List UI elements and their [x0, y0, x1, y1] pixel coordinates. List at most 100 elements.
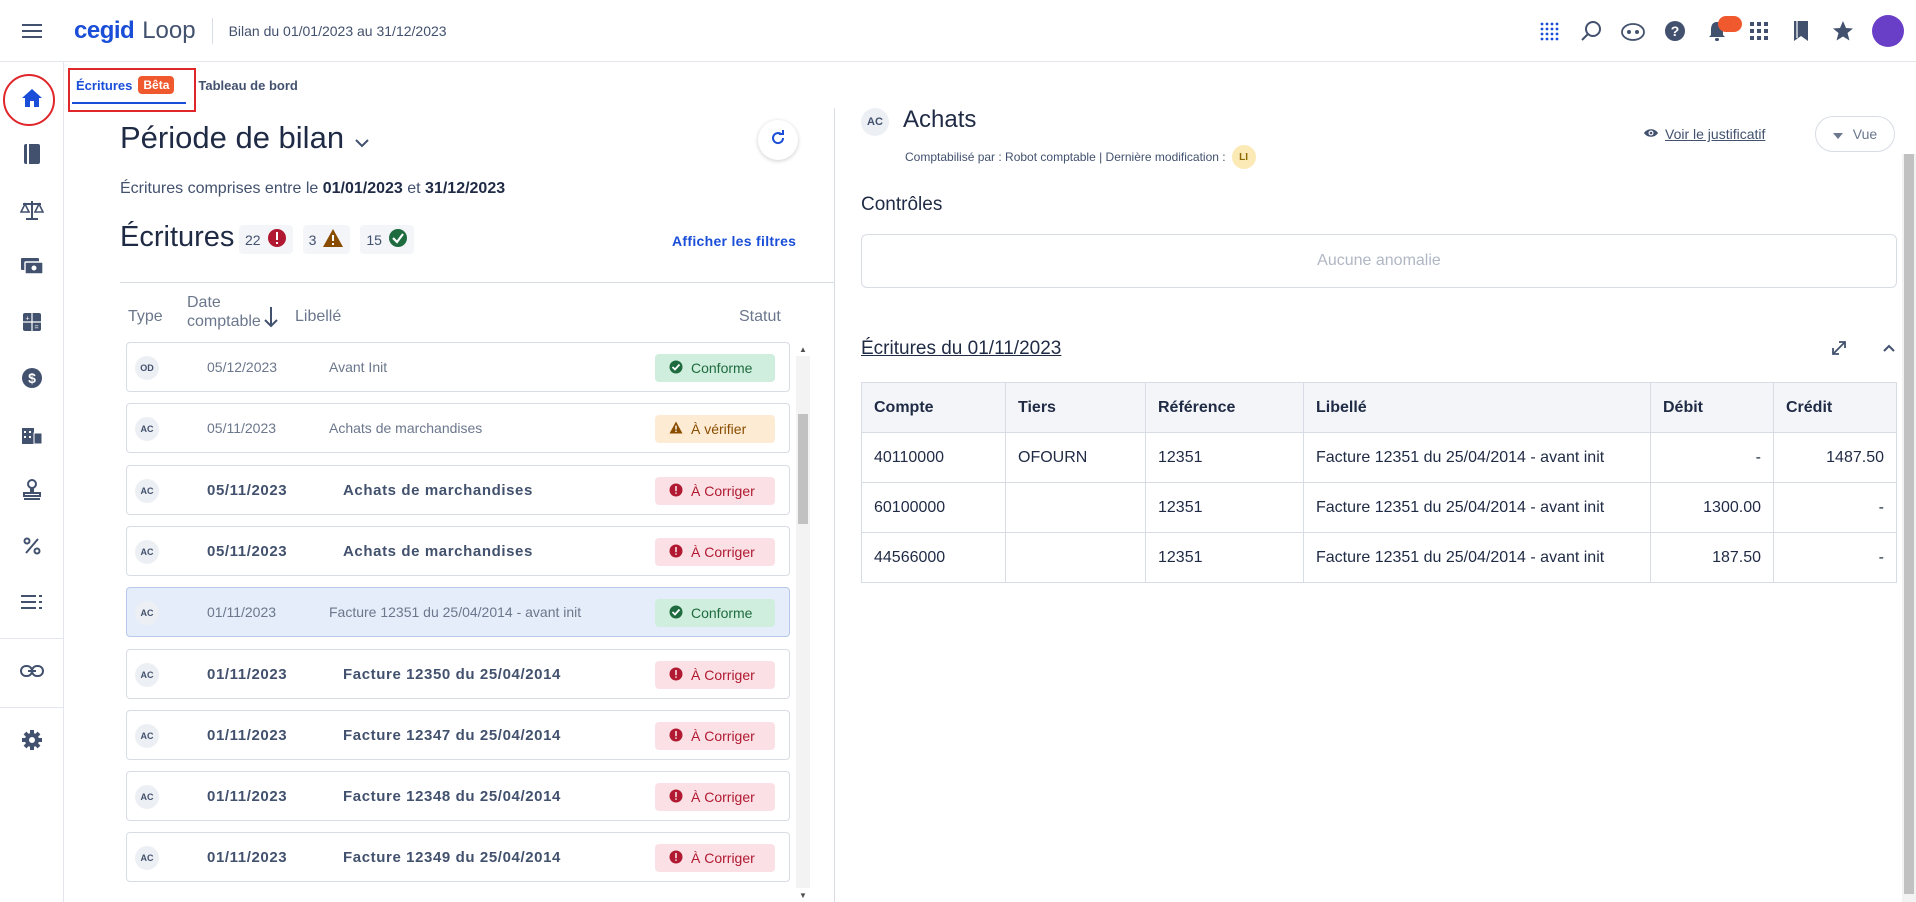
- table-row[interactable]: 44566000 12351 Facture 12351 du 25/04/2014…: [861, 532, 1897, 583]
- period-start: 01/01/2023: [322, 180, 403, 197]
- svg-text:?: ?: [1671, 23, 1680, 39]
- help-icon[interactable]: ?: [1654, 10, 1696, 52]
- check-circle-icon: [669, 360, 683, 377]
- sidebar-item-cash[interactable]: [0, 240, 64, 296]
- scrollbar[interactable]: [1902, 154, 1916, 902]
- sidebar-item-company[interactable]: [0, 408, 64, 464]
- building-icon: [21, 424, 43, 449]
- sidebar-item-settings[interactable]: [0, 714, 64, 770]
- column-date-line1[interactable]: Date: [187, 294, 221, 312]
- tab-tableau-de-bord[interactable]: Tableau de bord: [186, 62, 309, 108]
- period-and: et: [402, 180, 426, 197]
- journal-type-badge: AC: [135, 540, 159, 564]
- view-dropdown-button[interactable]: Vue: [1815, 116, 1895, 152]
- table-row[interactable]: 60100000 12351 Facture 12351 du 25/04/2014…: [861, 482, 1897, 533]
- table-row[interactable]: AC 05/11/2023 Achats de marchandises À Corr…: [126, 526, 790, 576]
- star-icon[interactable]: [1822, 10, 1864, 52]
- column-credit[interactable]: Crédit: [1773, 382, 1897, 433]
- grid-icon[interactable]: [1738, 10, 1780, 52]
- status-label: À Corriger: [691, 544, 755, 560]
- error-counter[interactable]: 22: [239, 225, 293, 254]
- sidebar-item-lists[interactable]: [0, 576, 64, 632]
- refresh-button[interactable]: [758, 120, 798, 160]
- divider: [120, 282, 834, 283]
- row-date: 05/11/2023: [207, 482, 288, 499]
- apps-dots-icon[interactable]: [1528, 10, 1570, 52]
- avatar[interactable]: [1872, 15, 1904, 47]
- sidebar-item-journal[interactable]: [0, 128, 64, 184]
- table-row[interactable]: AC 01/11/2023 Facture 12347 du 25/04/2014 À…: [126, 710, 790, 760]
- view-attachment-link[interactable]: Voir le justificatif: [1643, 126, 1765, 142]
- scroll-down-arrow-icon[interactable]: ▼: [796, 888, 810, 902]
- sidebar-item-calculator[interactable]: + =: [0, 296, 64, 352]
- sidebar-item-validation[interactable]: [0, 464, 64, 520]
- sidebar-item-links[interactable]: [0, 645, 64, 701]
- sidebar-item-balance[interactable]: [0, 184, 64, 240]
- column-reference[interactable]: Référence: [1145, 382, 1304, 433]
- column-libelle[interactable]: Libellé: [295, 308, 341, 326]
- chevron-down-icon: [354, 120, 370, 156]
- check-circle-icon: [388, 228, 408, 251]
- breadcrumb[interactable]: Bilan du 01/01/2023 au 31/12/2023: [229, 23, 447, 39]
- warning-counter[interactable]: 3: [302, 225, 351, 254]
- menu-icon[interactable]: [0, 0, 64, 62]
- view-dropdown-label: Vue: [1852, 126, 1878, 142]
- period-selector[interactable]: Période de bilan: [120, 120, 370, 156]
- app-logo[interactable]: cegid Loop: [74, 17, 196, 45]
- table-row[interactable]: AC 01/11/2023 Facture 12349 du 25/04/2014 À…: [126, 832, 790, 882]
- ai-assistant-icon[interactable]: [1612, 10, 1654, 52]
- row-libelle: Achats de marchandises: [329, 420, 483, 436]
- sort-arrow-down-icon[interactable]: [264, 306, 278, 333]
- sidebar-divider: [0, 638, 64, 639]
- column-libelle[interactable]: Libellé: [1303, 382, 1651, 433]
- column-tiers[interactable]: Tiers: [1005, 382, 1146, 433]
- scroll-up-arrow-icon[interactable]: ▲: [796, 342, 810, 356]
- search-icon[interactable]: [1570, 10, 1612, 52]
- show-filters-link[interactable]: Afficher les filtres: [672, 233, 796, 249]
- table-row[interactable]: AC 01/11/2023 Facture 12351 du 25/04/2014 …: [126, 587, 790, 637]
- scrollbar[interactable]: [796, 356, 810, 888]
- column-compte[interactable]: Compte: [861, 382, 1006, 433]
- entry-lines-table: Compte Tiers Référence Libellé Débit Cré…: [861, 382, 1897, 583]
- table-row[interactable]: AC 01/11/2023 Facture 12348 du 25/04/2014 À…: [126, 771, 790, 821]
- cell-compte: 44566000: [861, 532, 1006, 583]
- status-label: À Corriger: [691, 728, 755, 744]
- cell-tiers: [1005, 532, 1146, 583]
- column-date-line2[interactable]: comptable: [187, 313, 261, 331]
- entry-meta: Comptabilisé par : Robot comptable | Der…: [905, 145, 1256, 169]
- no-anomaly-box: Aucune anomalie: [861, 234, 1897, 288]
- row-libelle: Avant Init: [329, 359, 388, 375]
- status-label: À Corriger: [691, 667, 755, 683]
- view-attachment-label: Voir le justificatif: [1665, 126, 1766, 142]
- column-type[interactable]: Type: [128, 308, 163, 326]
- sidebar-item-tax[interactable]: [0, 520, 64, 576]
- highlight-box: [68, 68, 196, 112]
- cell-debit: -: [1650, 432, 1774, 483]
- bookmark-icon[interactable]: [1780, 10, 1822, 52]
- entries-list: OD 05/12/2023 Avant Init Conforme AC 05/11/20…: [126, 342, 790, 898]
- sidebar-item-finance[interactable]: $: [0, 352, 64, 408]
- row-date: 01/11/2023: [207, 849, 288, 866]
- tab-tableau-label: Tableau de bord: [198, 77, 298, 93]
- error-icon: [669, 850, 683, 867]
- column-debit[interactable]: Débit: [1650, 382, 1774, 433]
- table-row[interactable]: AC 01/11/2023 Facture 12350 du 25/04/2014 À…: [126, 649, 790, 699]
- entries-date-link[interactable]: Écritures du 01/11/2023: [861, 338, 1061, 360]
- scrollbar-thumb[interactable]: [1904, 154, 1914, 894]
- expand-icon[interactable]: [1825, 334, 1853, 362]
- status-label: Conforme: [691, 360, 753, 376]
- status-badge: À Corriger: [655, 661, 775, 689]
- table-row[interactable]: OD 05/12/2023 Avant Init Conforme: [126, 342, 790, 392]
- table-row[interactable]: AC 05/11/2023 Achats de marchandises À Corr…: [126, 465, 790, 515]
- column-statut[interactable]: Statut: [739, 308, 781, 326]
- error-icon: [669, 483, 683, 500]
- caret-down-icon: [1832, 126, 1843, 142]
- table-row[interactable]: AC 05/11/2023 Achats de marchandises À véri…: [126, 403, 790, 453]
- ok-counter[interactable]: 15: [360, 225, 414, 254]
- chevron-up-icon[interactable]: [1875, 334, 1903, 362]
- scrollbar-thumb[interactable]: [798, 414, 808, 524]
- table-row[interactable]: 40110000 OFOURN 12351 Facture 12351 du 25/0…: [861, 432, 1897, 483]
- cell-libelle: Facture 12351 du 25/04/2014 - avant init: [1303, 482, 1651, 533]
- bell-icon[interactable]: [1696, 10, 1742, 52]
- row-date: 05/11/2023: [207, 543, 288, 560]
